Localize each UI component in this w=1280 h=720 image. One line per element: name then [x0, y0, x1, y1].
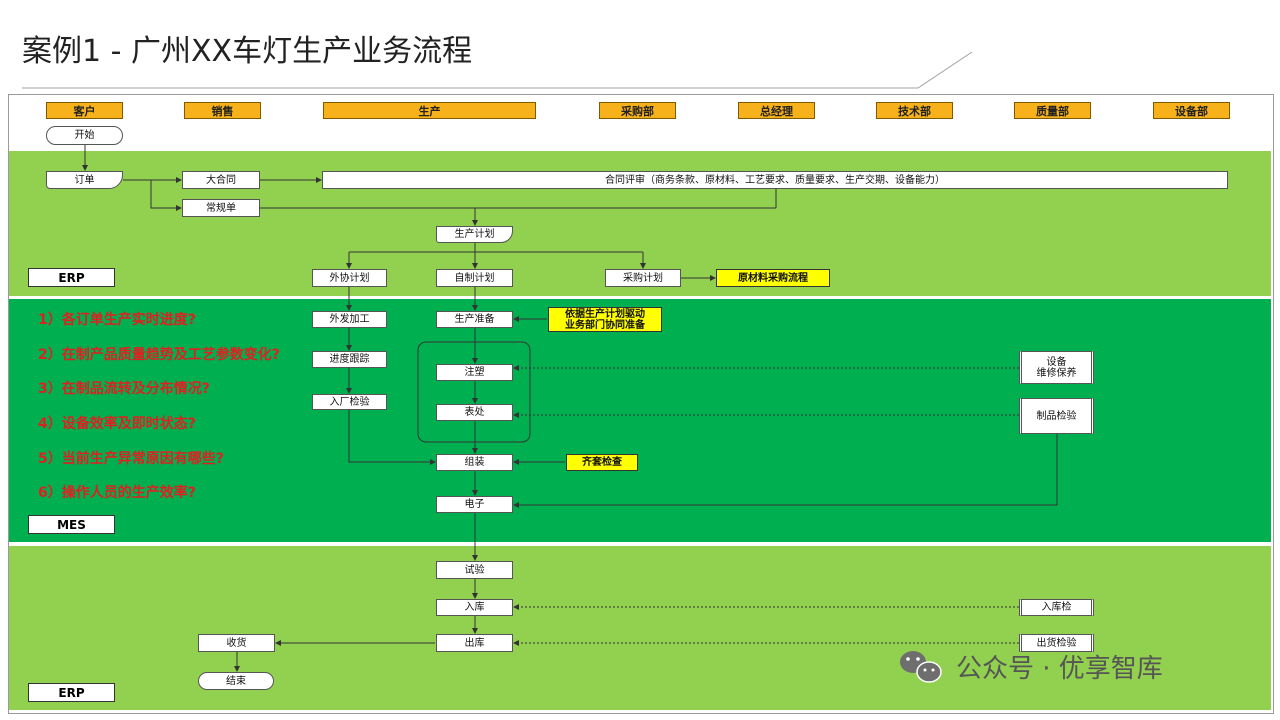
watermark-text: 公众号 · 优享智库 — [956, 654, 1163, 684]
wechat-icon — [900, 651, 942, 683]
